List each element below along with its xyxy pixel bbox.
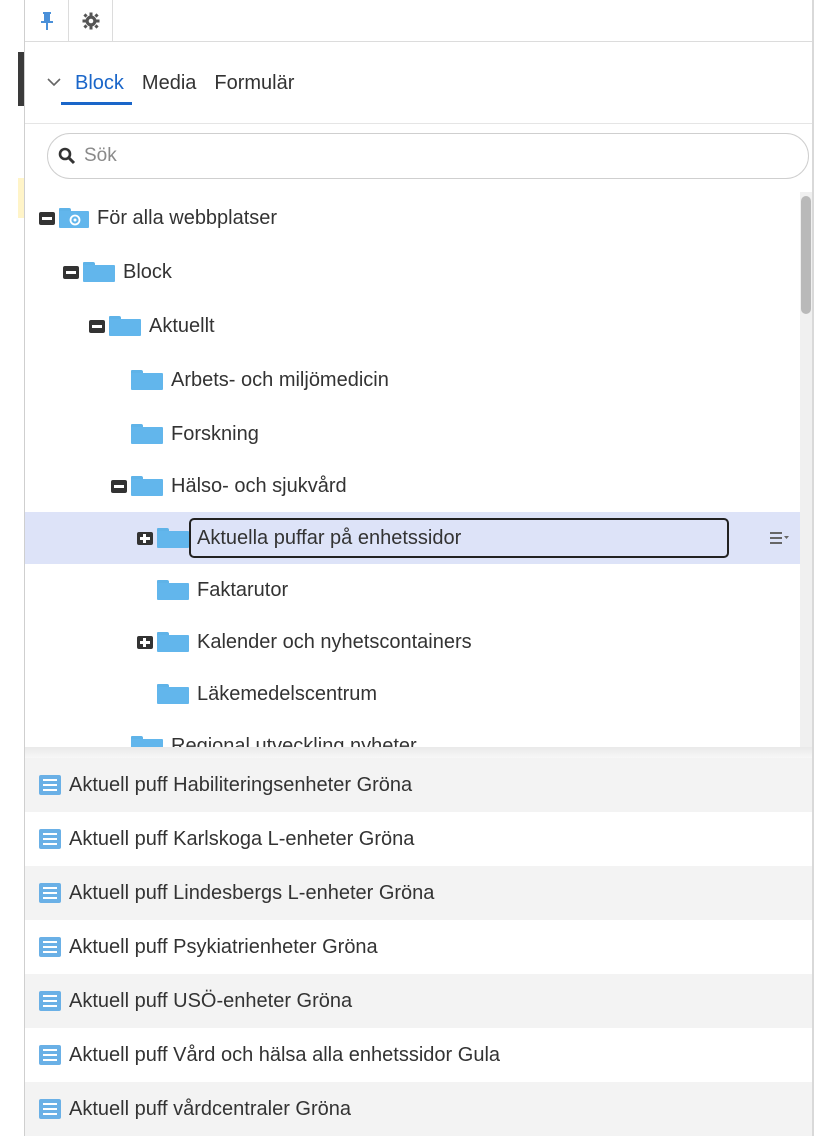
list-item[interactable]: Aktuell puff Habiliteringsenheter Gröna [25, 758, 812, 812]
menu-icon [770, 532, 789, 544]
list-item[interactable]: Aktuell puff Lindesbergs L-enheter Gröna [25, 866, 812, 920]
context-menu-button[interactable] [767, 526, 793, 550]
search-input[interactable] [84, 145, 764, 167]
expand-toggle-icon[interactable] [137, 531, 153, 545]
folder-icon [131, 370, 163, 390]
tree-item-aktuella-puffar[interactable]: Aktuella puffar på enhetssidor [25, 512, 803, 564]
tree-item-label: Forskning [171, 422, 259, 445]
collapse-button[interactable] [43, 72, 65, 94]
folder-icon [157, 528, 189, 548]
tree-item-label: Kalender och nyhetscontainers [197, 630, 472, 653]
tree-item-block[interactable]: Block [25, 246, 803, 298]
tree-item-label: Läkemedelscentrum [197, 682, 378, 705]
list-item-label: Aktuell puff Karlskoga L-enheter Gröna [69, 827, 415, 850]
folder-icon [83, 262, 115, 282]
site-folder-icon [59, 208, 89, 228]
folder-icon [109, 316, 141, 336]
tree-item-forskning[interactable]: Forskning [25, 408, 803, 460]
list-item-label: Aktuell puff Vård och hälsa alla enhetss… [69, 1043, 501, 1066]
list-item[interactable]: Aktuell puff vårdcentraler Gröna [25, 1082, 812, 1136]
block-icon [39, 1045, 61, 1065]
block-icon [39, 829, 61, 849]
block-icon [39, 775, 61, 795]
folder-icon [157, 684, 189, 704]
tree-item-label: Regional utveckling nyheter [171, 734, 417, 748]
folder-icon [157, 632, 189, 652]
window-edge [0, 0, 18, 1136]
list-item-label: Aktuell puff Habiliteringsenheter Gröna [69, 773, 413, 796]
pin-icon [40, 12, 53, 30]
block-icon [39, 991, 61, 1011]
tree-item-label: Hälso- och sjukvård [171, 474, 347, 497]
list-item[interactable]: Aktuell puff Psykiatrienheter Gröna [25, 920, 812, 974]
collapse-toggle-icon[interactable] [63, 265, 79, 279]
tree-item-label: Block [123, 260, 172, 283]
list-item-label: Aktuell puff Psykiatrienheter Gröna [69, 935, 378, 958]
chevron-down-icon [47, 78, 61, 87]
tree-item-for-alla-webbplatser[interactable]: För alla webbplatser [25, 192, 803, 244]
folder-icon [131, 736, 163, 747]
list-item-label: Aktuell puff Lindesbergs L-enheter Gröna [69, 881, 435, 904]
list-item[interactable]: Aktuell puff Vård och hälsa alla enhetss… [25, 1028, 812, 1082]
search-box [47, 133, 809, 179]
folder-tree: För alla webbplatser Block Aktuellt Arbe… [25, 192, 812, 747]
tree-item-regional-utveckling[interactable]: Regional utveckling nyheter [25, 720, 803, 747]
list-item[interactable]: Aktuell puff USÖ-enheter Gröna [25, 974, 812, 1028]
tree-item-halso-och-sjukvard[interactable]: Hälso- och sjukvård [25, 460, 803, 512]
tree-item-label: Aktuellt [149, 314, 215, 337]
tree-item-faktarutor[interactable]: Faktarutor [25, 564, 803, 616]
tree-item-kalender-och-nyhetscontainers[interactable]: Kalender och nyhetscontainers [25, 616, 803, 668]
tab-formular[interactable]: Formulär [212, 68, 296, 105]
tree-item-lakemedelscentrum[interactable]: Läkemedelscentrum [25, 668, 803, 720]
block-icon [39, 883, 61, 903]
folder-icon [157, 580, 189, 600]
list-item-label: Aktuell puff vårdcentraler Gröna [69, 1097, 352, 1120]
block-list: Aktuell puff Habiliteringsenheter Gröna … [25, 758, 812, 1136]
rename-input[interactable]: Aktuella puffar på enhetssidor [189, 518, 729, 558]
pane-divider[interactable] [25, 747, 812, 758]
list-item-label: Aktuell puff USÖ-enheter Gröna [69, 989, 353, 1012]
list-item[interactable]: Aktuell puff Karlskoga L-enheter Gröna [25, 812, 812, 866]
folder-icon [131, 476, 163, 496]
block-icon [39, 1099, 61, 1119]
block-icon [39, 937, 61, 957]
tree-item-label: Arbets- och miljömedicin [171, 368, 389, 391]
collapse-toggle-icon[interactable] [39, 211, 55, 225]
assets-panel: Block Media Formulär För alla webbplatse… [24, 0, 814, 1136]
tree-item-label: För alla webbplatser [97, 206, 278, 229]
panel-toolbar [25, 0, 812, 42]
tab-block[interactable]: Block [61, 68, 132, 105]
gear-icon [82, 12, 99, 30]
tab-media[interactable]: Media [140, 68, 198, 105]
tree-item-aktuellt[interactable]: Aktuellt [25, 300, 803, 352]
expand-toggle-icon[interactable] [137, 635, 153, 649]
collapse-toggle-icon[interactable] [89, 319, 105, 333]
asset-tabs: Block Media Formulär [25, 42, 812, 124]
pin-button[interactable] [25, 0, 69, 42]
folder-icon [131, 424, 163, 444]
collapse-toggle-icon[interactable] [111, 479, 127, 493]
tree-scrollbar-thumb[interactable] [801, 196, 811, 314]
settings-button[interactable] [69, 0, 113, 42]
tree-item-arbets-och-miljomedicin[interactable]: Arbets- och miljömedicin [25, 354, 803, 406]
tree-item-label: Faktarutor [197, 578, 289, 601]
search-icon [58, 147, 76, 165]
